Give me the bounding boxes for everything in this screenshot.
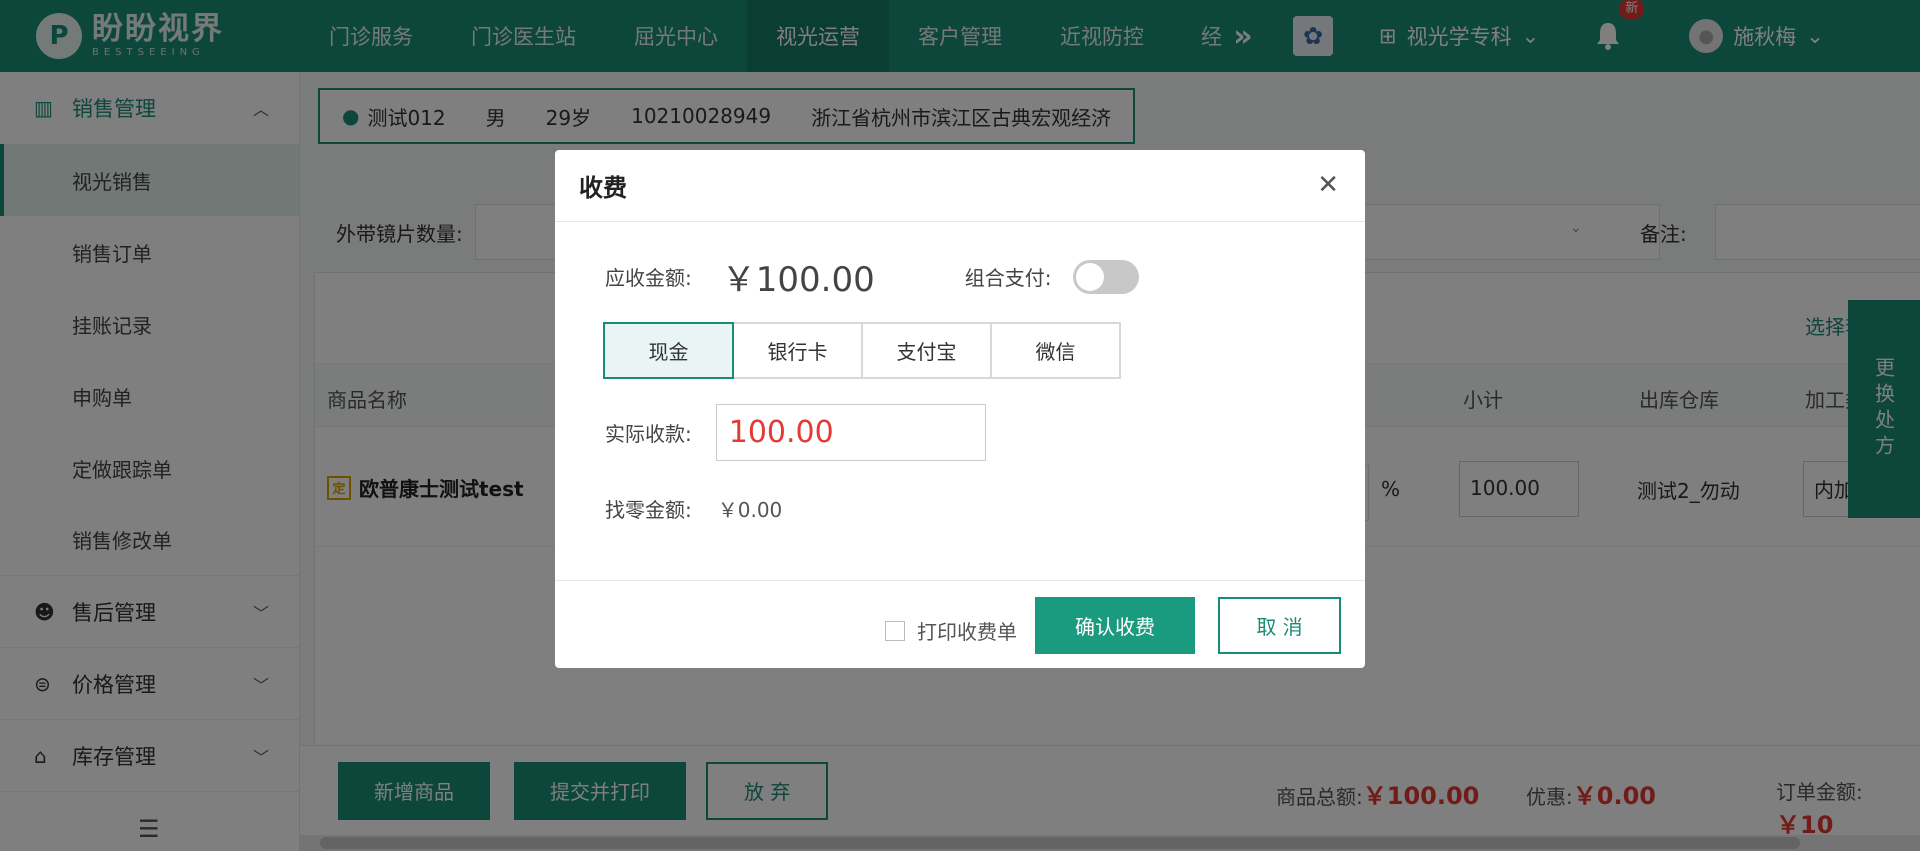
dialog-title: 收费 [579, 174, 627, 202]
change-label: 找零金额: [605, 498, 692, 522]
dialog-header: 收费 [555, 150, 1365, 222]
actual-received-row: 实际收款: 100.00 [605, 404, 986, 461]
close-icon[interactable]: ✕ [1317, 170, 1339, 200]
print-receipt-option[interactable]: 打印收费单 [885, 616, 1017, 645]
print-receipt-checkbox[interactable] [885, 620, 905, 641]
payment-tab-alipay[interactable]: 支付宝 [861, 322, 992, 379]
payment-method-tabs: 现金 银行卡 支付宝 微信 [603, 322, 1121, 379]
combo-pay-toggle[interactable] [1073, 259, 1140, 294]
due-amount-label: 应收金额: [605, 266, 692, 290]
due-amount-row: 应收金额: ￥100.00 组合支付: [605, 252, 1140, 301]
due-amount-value: ￥100.00 [721, 260, 875, 300]
dialog-footer: 打印收费单 确认收费 取 消 [555, 580, 1365, 668]
cancel-button[interactable]: 取 消 [1218, 597, 1341, 654]
payment-tab-cash[interactable]: 现金 [603, 322, 734, 379]
actual-received-input[interactable]: 100.00 [715, 404, 986, 461]
confirm-payment-button[interactable]: 确认收费 [1035, 597, 1195, 654]
change-value: ￥0.00 [717, 498, 783, 522]
payment-tab-bank-card[interactable]: 银行卡 [732, 322, 863, 379]
print-receipt-label: 打印收费单 [917, 620, 1017, 644]
change-row: 找零金额: ￥0.00 [605, 494, 782, 523]
payment-dialog: 收费 ✕ 应收金额: ￥100.00 组合支付: 现金 银行卡 支付宝 微信 实… [555, 150, 1365, 668]
dialog-body: 应收金额: ￥100.00 组合支付: 现金 银行卡 支付宝 微信 实际收款: … [555, 222, 1365, 580]
payment-tab-wechat[interactable]: 微信 [990, 322, 1121, 379]
toggle-knob [1076, 262, 1105, 291]
combo-pay-label: 组合支付: [964, 266, 1052, 290]
actual-received-label: 实际收款: [605, 422, 692, 446]
